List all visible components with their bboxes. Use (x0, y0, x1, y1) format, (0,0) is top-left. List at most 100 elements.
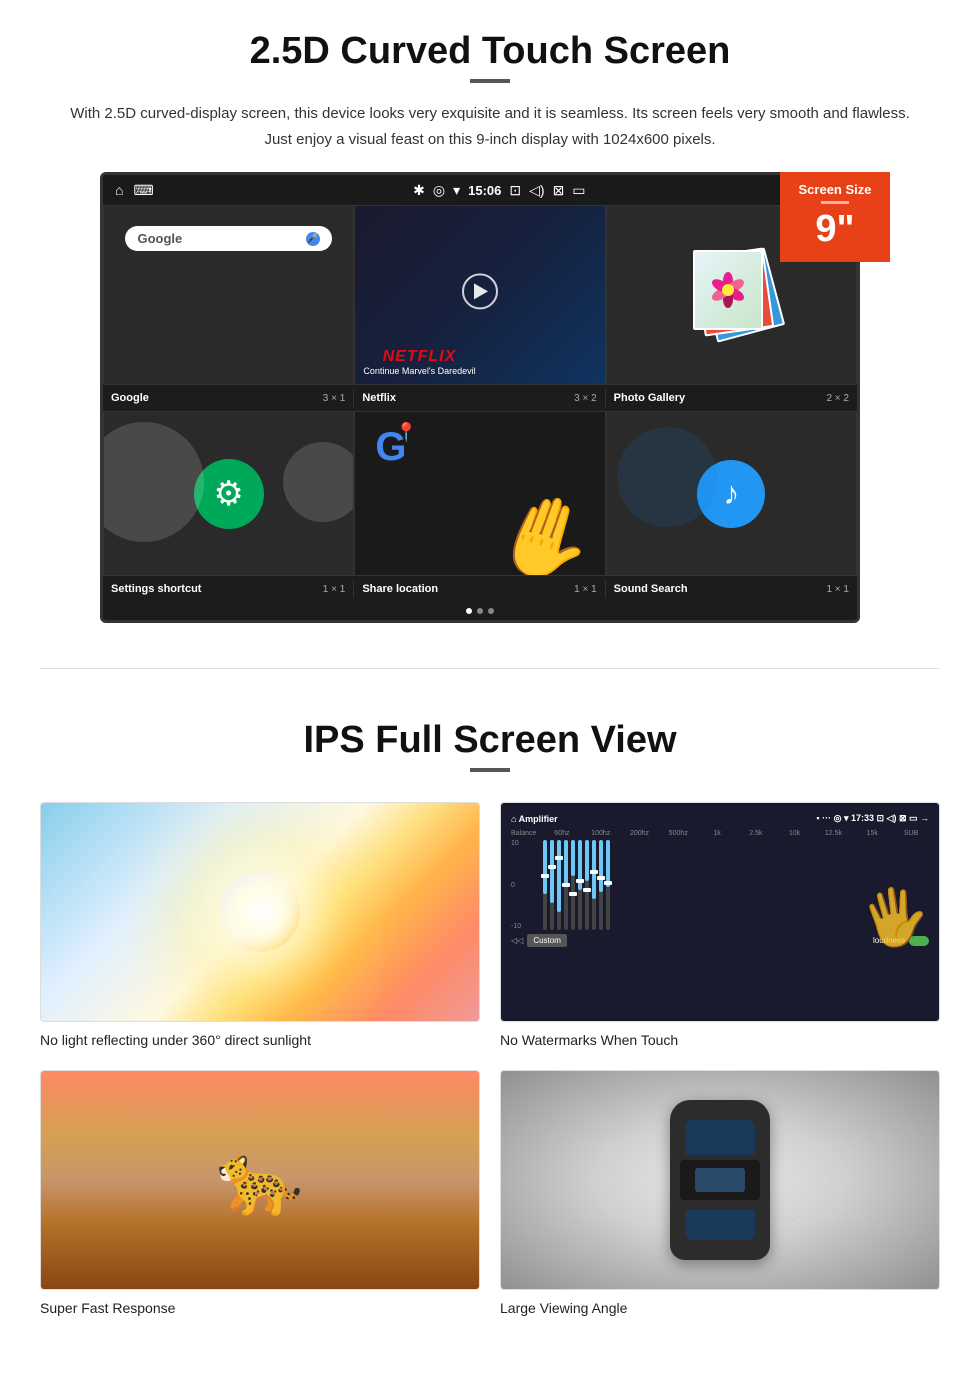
netflix-grid-size: 3 × 2 (574, 393, 597, 404)
eq-sliders-container: 🖐 (543, 840, 929, 930)
soundsearch-app-name: Sound Search (614, 583, 688, 595)
car-top-view (670, 1100, 770, 1260)
section2-title: IPS Full Screen View (60, 719, 920, 762)
eq-display: ⌂ Amplifier ▪ ··· ◎ ▾ 17:33 ⊡ ◁) ⊠ ▭ → B… (501, 803, 939, 1021)
eq-slider-7[interactable] (585, 840, 589, 930)
google-app-cell[interactable]: Google 🎤 (103, 205, 354, 385)
sky-background (41, 803, 479, 1021)
feature-fast-response: 🐆 Super Fast Response (40, 1070, 480, 1318)
section2-underline (470, 768, 510, 772)
cheetah-background: 🐆 (41, 1071, 479, 1289)
eq-fill-4 (564, 840, 568, 885)
badge-divider (821, 201, 849, 204)
dot-3 (488, 608, 494, 614)
feature-viewing-angle: → Large Viewing Angle (500, 1070, 940, 1318)
eq-slider-8[interactable] (592, 840, 596, 930)
dot-1 (466, 608, 472, 614)
eq-thumb-3 (555, 856, 563, 860)
eq-hand-icon: 🖐 (855, 880, 934, 956)
eq-slider-3[interactable] (557, 840, 561, 930)
screen-size-badge: Screen Size 9" (780, 172, 890, 262)
car-top-view-container: → (670, 1100, 770, 1260)
badge-label: Screen Size (788, 182, 882, 197)
eq-thumb-9 (597, 876, 605, 880)
soundsearch-grid-size: 1 × 1 (826, 584, 849, 595)
fast-response-caption: Super Fast Response (40, 1300, 175, 1316)
feature-watermark: ⌂ Amplifier ▪ ··· ◎ ▾ 17:33 ⊡ ◁) ⊠ ▭ → B… (500, 802, 940, 1050)
eq-thumb-1 (541, 874, 549, 878)
title-underline (470, 79, 510, 83)
badge-size: 9" (815, 208, 854, 250)
play-button[interactable] (462, 273, 498, 309)
netflix-subtitle: Continue Marvel's Daredevil (363, 366, 475, 376)
eq-custom-button[interactable]: Custom (527, 934, 567, 947)
close-icon: ⊠ (553, 182, 565, 199)
eq-side-labels: 10 0 -10 (511, 840, 929, 930)
eq-prev-icon[interactable]: ◁◁ (511, 936, 523, 945)
photogallery-label-cell: Photo Gallery 2 × 2 (606, 389, 857, 407)
section1-description: With 2.5D curved-display screen, this de… (60, 101, 920, 152)
maps-icon: G 📍 (375, 427, 406, 467)
app-label-row1: Google 3 × 1 Netflix 3 × 2 Photo Gallery… (103, 385, 857, 411)
cheetah-image: 🐆 (40, 1070, 480, 1290)
eq-fill-5 (571, 840, 575, 876)
eq-2-5k: 2.5k (738, 830, 774, 837)
soundsearch-label-cell: Sound Search 1 × 1 (606, 580, 857, 598)
car-image: → (500, 1070, 940, 1290)
photogallery-grid-size: 2 × 2 (826, 393, 849, 404)
eq-slider-6[interactable] (578, 840, 582, 930)
share-location-cell[interactable]: G 📍 🤚 (354, 411, 605, 576)
volume-icon: ◁) (529, 182, 544, 199)
eq-fill-7 (585, 840, 589, 881)
eq-slider-2[interactable] (550, 840, 554, 930)
gear-icon: ⚙ (213, 474, 243, 514)
eq-100hz: 100hz (583, 830, 619, 837)
status-center: ✱ ◎ ▾ 15:06 ⊡ ◁) ⊠ ▭ (413, 182, 585, 199)
netflix-logo: NETFLIX (363, 348, 475, 366)
eq-slider-5[interactable] (571, 840, 575, 930)
netflix-app-cell[interactable]: NETFLIX Continue Marvel's Daredevil (354, 205, 605, 385)
photogallery-app-name: Photo Gallery (614, 392, 686, 404)
eq-slider-9[interactable] (599, 840, 603, 930)
eq-slider-1[interactable] (543, 840, 547, 930)
google-label-cell: Google 3 × 1 (103, 389, 354, 407)
eq-15k: 15k (854, 830, 890, 837)
sunlight-caption: No light reflecting under 360° direct su… (40, 1032, 311, 1048)
settings-app-cell[interactable]: ⚙ (103, 411, 354, 576)
usb-icon: ⌨ (133, 182, 153, 199)
netflix-app-name: Netflix (362, 392, 396, 404)
google-search-bar[interactable]: Google 🎤 (125, 226, 331, 251)
eq-slider-10[interactable] (606, 840, 610, 930)
app-label-row2: Settings shortcut 1 × 1 Share location 1… (103, 576, 857, 602)
section-ips: IPS Full Screen View (0, 699, 980, 802)
camera-icon: ⊡ (509, 182, 521, 199)
car-arrow-indicator: → (777, 1203, 802, 1230)
home-icon[interactable]: ⌂ (115, 182, 123, 198)
eq-thumb-2 (548, 865, 556, 869)
eq-fill-1 (543, 840, 547, 894)
eq-sub: SUB (893, 830, 929, 837)
sharelocation-app-name: Share location (362, 583, 438, 595)
car-roof-section (680, 1160, 760, 1200)
eq-balance-label: Balance (511, 830, 541, 837)
photo-stack (691, 250, 771, 340)
app-grid-row1: Google 🎤 NETFLIX Continue Marvel's Dared… (103, 205, 857, 385)
eq-12-5k: 12.5k (816, 830, 852, 837)
music-note-icon: ♪ (723, 475, 739, 512)
settings-grid-size: 1 × 1 (323, 584, 346, 595)
section-curved-screen: 2.5D Curved Touch Screen With 2.5D curve… (0, 0, 980, 638)
google-grid-size: 3 × 1 (323, 393, 346, 404)
google-logo: Google (137, 231, 182, 246)
feature-sunlight: No light reflecting under 360° direct su… (40, 802, 480, 1050)
mic-icon[interactable]: 🎤 (306, 232, 320, 246)
eq-minus10db: -10 (511, 923, 541, 930)
google-app-name: Google (111, 392, 149, 404)
eq-thumb-8 (590, 870, 598, 874)
car-rear-window (685, 1210, 755, 1240)
sunlight-image (40, 802, 480, 1022)
window-icon: ▭ (572, 182, 585, 199)
pointing-hand-icon: 🤚 (482, 477, 606, 576)
eq-amplifier-label: ⌂ Amplifier (511, 814, 558, 824)
eq-slider-4[interactable] (564, 840, 568, 930)
sound-search-cell[interactable]: ♪ (606, 411, 857, 576)
